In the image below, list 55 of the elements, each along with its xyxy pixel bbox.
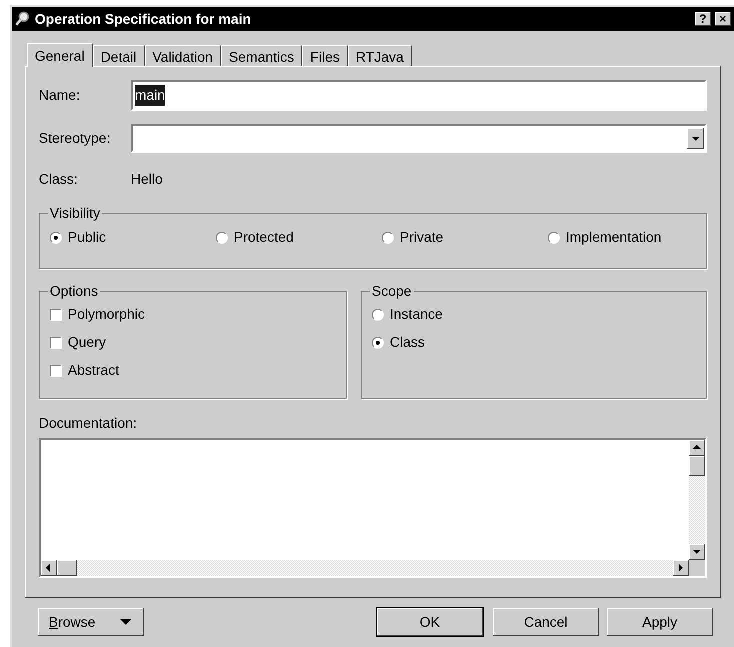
scroll-arrow-button[interactable]	[673, 560, 689, 576]
arrow-down-icon	[692, 547, 702, 557]
title-bar-button[interactable]: ×	[715, 12, 731, 26]
checkbox-label: Abstract	[68, 361, 120, 380]
radio-label: Public	[68, 228, 106, 247]
window-title: Operation Specification for main	[35, 10, 252, 29]
stereotype-dropdown[interactable]	[131, 124, 707, 153]
radio-button[interactable]	[382, 232, 394, 244]
magnifier-icon	[15, 11, 31, 27]
browse-menu-button[interactable]: Browse	[38, 608, 144, 636]
dialog-button[interactable]: Cancel	[493, 608, 599, 636]
checkbox[interactable]	[50, 364, 62, 376]
scroll-arrow-button[interactable]	[41, 560, 57, 576]
vertical-scrollbar[interactable]	[689, 440, 705, 560]
field-label: Class:	[39, 170, 79, 188]
arrow-right-icon	[676, 563, 686, 573]
radio-button[interactable]	[548, 232, 560, 244]
group-title: Options	[49, 282, 100, 301]
field-label: Documentation:	[39, 414, 138, 433]
tab[interactable]: Files	[302, 45, 348, 66]
ok-button[interactable]: OK	[377, 608, 483, 636]
field-value: main	[135, 85, 166, 106]
tab[interactable]: Detail	[92, 45, 145, 66]
radio-label: Instance	[390, 305, 443, 324]
radio-label: Private	[400, 228, 444, 247]
scroll-thumb[interactable]	[57, 560, 77, 576]
radio-button[interactable]	[372, 336, 384, 348]
class-value: Hello	[131, 170, 163, 188]
scroll-arrow-button[interactable]	[689, 440, 705, 456]
scroll-arrow-button[interactable]	[689, 544, 705, 560]
tab[interactable]: RTJava	[348, 45, 412, 66]
checkbox[interactable]	[50, 308, 62, 320]
scroll-thumb[interactable]	[689, 456, 705, 476]
caret-down-icon	[119, 618, 133, 626]
group-title: Scope	[371, 282, 413, 301]
radio-button[interactable]	[372, 308, 384, 320]
tab[interactable]: Validation	[144, 45, 222, 66]
tab[interactable]: Semantics	[221, 45, 302, 66]
name-input-field[interactable]: main	[131, 80, 707, 111]
checkbox-label: Polymorphic	[68, 305, 146, 324]
dialog-button[interactable]: Apply	[607, 608, 713, 636]
field-label: Stereotype:	[39, 129, 112, 148]
radio-button[interactable]	[216, 232, 228, 244]
checkbox-label: Query	[68, 333, 106, 352]
checkbox[interactable]	[50, 336, 62, 348]
radio-label: Protected	[234, 228, 294, 247]
tab[interactable]: General	[27, 43, 93, 67]
radio-button[interactable]	[50, 232, 62, 244]
horizontal-scrollbar[interactable]	[41, 560, 689, 576]
radio-label: Class	[390, 333, 426, 352]
field-label: Name:	[39, 86, 82, 105]
title-bar-button[interactable]: ?	[695, 12, 711, 26]
radio-label: Implementation	[566, 228, 662, 247]
scrollbar-corner	[689, 560, 705, 576]
group-title: Visibility	[49, 204, 102, 223]
